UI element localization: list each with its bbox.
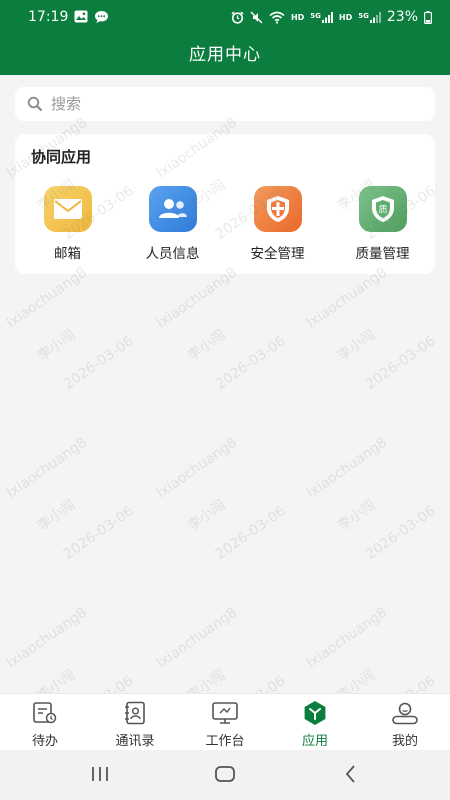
wifi-icon	[269, 11, 285, 24]
nav-label: 应用	[301, 734, 328, 749]
bottom-nav: 待办 通讯录 工作台 应用 我的	[0, 693, 450, 750]
collab-apps-card: 协同应用 邮箱 人员信息 安全管理 质 质量管理	[15, 134, 435, 274]
watermark-date: 2026-03-06	[362, 503, 439, 563]
app-label: 邮箱	[54, 246, 81, 262]
status-bar: 17:19 HD 5G HD 5G 23%	[0, 0, 450, 34]
nav-item-contacts[interactable]: 通讯录	[90, 700, 180, 749]
todo-icon	[33, 702, 57, 724]
chat-icon	[95, 11, 108, 23]
nav-item-profile[interactable]: 我的	[360, 700, 450, 749]
watermark-user: 李小闯	[184, 327, 229, 365]
nav-item-apps[interactable]: 应用	[270, 700, 360, 749]
profile-icon	[392, 702, 418, 725]
app-label: 人员信息	[145, 246, 200, 262]
people-app-icon	[148, 186, 197, 232]
watermark-account: lxiaochuang8	[153, 264, 241, 332]
watermark-account: lxiaochuang8	[303, 434, 391, 502]
mute-icon	[250, 10, 263, 24]
search-icon	[27, 96, 42, 111]
network-tag-2: 5G	[358, 11, 369, 20]
watermark-account: lxiaochuang8	[3, 264, 91, 332]
watermark-account: lxiaochuang8	[3, 604, 91, 672]
nav-label: 待办	[31, 734, 58, 749]
watermark-date: 2026-03-06	[212, 333, 289, 393]
shield-cross-icon	[266, 196, 289, 222]
nav-item-workbench[interactable]: 工作台	[180, 700, 270, 749]
app-label: 安全管理	[250, 246, 305, 262]
quality-shield-icon: 质	[371, 196, 394, 222]
page-title: 应用中心	[189, 45, 261, 65]
watermark-user: 李小闯	[34, 497, 79, 535]
nav-item-todo[interactable]: 待办	[0, 700, 90, 749]
watermark-account: lxiaochuang8	[303, 264, 391, 332]
status-time: 17:19	[28, 9, 69, 25]
watermark-user: 李小闯	[184, 497, 229, 535]
app-safety-management[interactable]: 安全管理	[225, 186, 330, 262]
watermark-account: lxiaochuang8	[303, 604, 391, 672]
app-grid: 邮箱 人员信息 安全管理 质 质量管理	[15, 186, 435, 266]
app-label: 质量管理	[355, 246, 410, 262]
back-icon[interactable]	[342, 764, 360, 784]
app-people-info[interactable]: 人员信息	[120, 186, 225, 262]
watermark-date: 2026-03-06	[212, 503, 289, 563]
section-title: 协同应用	[31, 148, 92, 166]
search-input[interactable]	[51, 87, 431, 121]
watermark-date: 2026-03-06	[60, 503, 137, 563]
apps-icon	[304, 701, 326, 725]
signal-bars-icon-2	[369, 11, 381, 23]
hd-tag: HD	[290, 12, 305, 22]
system-nav-bar	[0, 750, 450, 800]
watermark-user: 李小闯	[334, 497, 379, 535]
quality-app-icon: 质	[358, 186, 407, 232]
recent-apps-icon[interactable]	[90, 764, 110, 784]
svg-text:质: 质	[378, 204, 387, 216]
nav-label: 通讯录	[115, 734, 155, 749]
signal-bars-icon	[321, 11, 333, 23]
status-left-icons	[74, 10, 109, 24]
status-right: HD 5G HD 5G 23%	[231, 9, 432, 25]
contacts-icon	[125, 701, 145, 725]
hd-tag-2: HD	[338, 12, 353, 22]
signal-icon: 5G	[310, 11, 333, 23]
watermark-account: lxiaochuang8	[153, 434, 241, 502]
safety-app-icon	[253, 186, 302, 232]
watermark-date: 2026-03-06	[362, 333, 439, 393]
people-icon	[158, 199, 187, 218]
watermark-user: 李小闯	[334, 327, 379, 365]
nav-label: 工作台	[205, 734, 245, 749]
battery-icon	[424, 10, 432, 24]
gallery-icon	[74, 10, 88, 23]
search-bar[interactable]	[15, 87, 435, 121]
signal-icon-2: 5G	[358, 11, 381, 23]
battery-percent: 23%	[386, 9, 418, 25]
nav-label: 我的	[391, 734, 418, 749]
workbench-icon	[212, 702, 238, 724]
watermark-account: lxiaochuang8	[3, 434, 91, 502]
mail-app-icon	[43, 186, 92, 232]
home-icon[interactable]	[214, 764, 236, 784]
app-header: 17:19 HD 5G HD 5G 23% 应用中心	[0, 0, 450, 75]
app-quality-management[interactable]: 质 质量管理	[330, 186, 435, 262]
app-mail[interactable]: 邮箱	[15, 186, 120, 262]
watermark-date: 2026-03-06	[60, 333, 137, 393]
watermark-user: 李小闯	[34, 327, 79, 365]
network-tag: 5G	[310, 11, 321, 20]
watermark-account: lxiaochuang8	[153, 604, 241, 672]
mail-icon	[53, 199, 82, 219]
alarm-icon	[231, 10, 244, 24]
